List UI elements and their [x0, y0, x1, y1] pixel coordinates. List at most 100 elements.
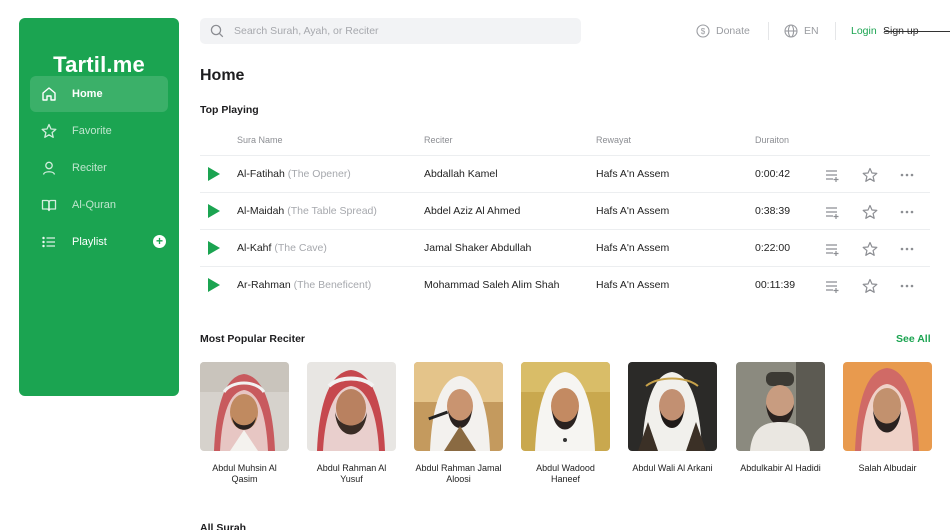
donate-label: Donate: [716, 25, 750, 37]
divider: [835, 22, 836, 40]
add-to-playlist-icon[interactable]: [824, 166, 842, 184]
column-header-sura: Sura Name: [237, 135, 283, 145]
reciter-photo: [307, 362, 396, 451]
duration-cell: 0:22:00: [755, 242, 791, 254]
reciter-card[interactable]: Abdul Rahman Jamal Aloosi: [414, 362, 503, 485]
table-row[interactable]: Al-Fatihah (The Opener) Abdallah Kamel H…: [200, 155, 930, 192]
sura-cell: Al-Kahf (The Cave): [237, 242, 327, 254]
app-logo[interactable]: Tartil.me: [19, 52, 179, 78]
sidebar-item-label: Home: [72, 88, 103, 100]
more-options-icon[interactable]: [898, 203, 916, 221]
sura-cell: Al-Fatihah (The Opener): [237, 168, 351, 180]
reciter-name: Abdul Wadood Haneef: [536, 463, 595, 484]
sura-name: Al-Maidah: [237, 205, 285, 217]
table-row[interactable]: Ar-Rahman (The Beneficent) Mohammad Sale…: [200, 266, 930, 303]
rewayat-cell: Hafs A'n Assem: [596, 242, 670, 254]
reciter-cell: Abdallah Kamel: [424, 168, 498, 180]
reciter-card[interactable]: Salah Albudair: [843, 362, 932, 474]
duration-cell: 0:38:39: [755, 205, 791, 217]
sidebar-item-home[interactable]: Home: [30, 76, 168, 112]
sidebar-item-label: Reciter: [72, 162, 107, 174]
star-icon: [40, 122, 58, 140]
more-options-icon[interactable]: [898, 166, 916, 184]
popular-reciter-title: Most Popular Reciter: [200, 333, 306, 345]
reciter-photo: [521, 362, 610, 451]
table-row[interactable]: Al-Kahf (The Cave) Jamal Shaker Abdullah…: [200, 229, 930, 266]
add-to-playlist-icon[interactable]: [824, 277, 842, 295]
reciter-card[interactable]: Abdul Wadood Haneef: [521, 362, 610, 485]
top-playing-title: Top Playing: [200, 104, 259, 116]
signup-button[interactable]: Sign up: [883, 25, 919, 37]
sidebar-item-label: Favorite: [72, 125, 112, 137]
language-label: EN: [804, 25, 819, 37]
search-input[interactable]: [234, 25, 554, 37]
reciter-photo: [628, 362, 717, 451]
svg-text:$: $: [701, 27, 706, 36]
column-header-duration: Duraiton: [755, 135, 790, 145]
reciter-cell: Abdel Aziz Al Ahmed: [424, 205, 521, 217]
reciter-card[interactable]: Abdul Rahman Al Yusuf: [307, 362, 396, 485]
rewayat-cell: Hafs A'n Assem: [596, 205, 670, 217]
sura-name: Al-Fatihah: [237, 168, 285, 180]
column-header-reciter: Reciter: [424, 135, 453, 145]
reciter-photo: [736, 362, 825, 451]
reciter-card[interactable]: Abdul Wali Al Arkani: [628, 362, 717, 474]
sura-cell: Ar-Rahman (The Beneficent): [237, 279, 371, 291]
play-icon[interactable]: [208, 241, 220, 255]
reciter-cell: Jamal Shaker Abdullah: [424, 242, 532, 254]
sura-meaning: (The Opener): [287, 168, 351, 180]
book-icon: [40, 196, 58, 214]
sura-name: Al-Kahf: [237, 242, 272, 254]
sura-meaning: (The Beneficent): [293, 279, 372, 291]
reciter-card[interactable]: Abdulkabir Al Hadidi: [736, 362, 825, 474]
dollar-circle-icon: $: [696, 24, 710, 38]
more-options-icon[interactable]: [898, 277, 916, 295]
favorite-star-icon[interactable]: [861, 203, 879, 221]
play-icon[interactable]: [208, 278, 220, 292]
add-to-playlist-icon[interactable]: [824, 203, 842, 221]
sidebar-item-favorite[interactable]: Favorite: [30, 113, 168, 149]
rewayat-cell: Hafs A'n Assem: [596, 279, 670, 291]
sura-name: Ar-Rahman: [237, 279, 291, 291]
sidebar: Tartil.me Home Favorite Reciter Al-Quran…: [19, 18, 179, 396]
favorite-star-icon[interactable]: [861, 240, 879, 258]
list-icon: [40, 233, 58, 251]
home-icon: [40, 85, 58, 103]
donate-button[interactable]: $ Donate: [696, 24, 750, 38]
add-to-playlist-icon[interactable]: [824, 240, 842, 258]
play-icon[interactable]: [208, 204, 220, 218]
sura-meaning: (The Cave): [274, 242, 327, 254]
sidebar-item-playlist[interactable]: Playlist +: [30, 224, 168, 260]
reciter-name: Abdul Wali Al Arkani: [632, 463, 713, 473]
sura-cell: Al-Maidah (The Table Spread): [237, 205, 377, 217]
login-button[interactable]: Login: [851, 25, 877, 37]
search-bar[interactable]: [200, 18, 581, 44]
all-surah-title: All Surah: [200, 522, 247, 530]
duration-cell: 00:11:39: [755, 279, 796, 291]
favorite-star-icon[interactable]: [861, 166, 879, 184]
reciter-photo: [200, 362, 289, 451]
play-icon[interactable]: [208, 167, 220, 181]
sidebar-item-al-quran[interactable]: Al-Quran: [30, 187, 168, 223]
plus-icon[interactable]: +: [153, 235, 166, 248]
reciter-name: Salah Albudair: [858, 463, 917, 473]
column-header-rewayat: Rewayat: [596, 135, 632, 145]
see-all-link[interactable]: See All: [896, 333, 931, 345]
search-icon: [210, 24, 224, 38]
reciter-name: Abdul Rahman Jamal Aloosi: [415, 463, 502, 484]
divider: [768, 22, 769, 40]
reciter-name: Abdul Rahman Al Yusuf: [316, 463, 387, 484]
sidebar-item-label: Playlist: [72, 236, 107, 248]
table-row[interactable]: Al-Maidah (The Table Spread) Abdel Aziz …: [200, 192, 930, 229]
more-options-icon[interactable]: [898, 240, 916, 258]
duration-cell: 0:00:42: [755, 168, 791, 180]
page-title: Home: [200, 67, 245, 84]
favorite-star-icon[interactable]: [861, 277, 879, 295]
language-selector[interactable]: EN: [784, 24, 819, 38]
sidebar-item-label: Al-Quran: [72, 199, 117, 211]
reciter-card[interactable]: Abdul Muhsin Al Qasim: [200, 362, 289, 485]
sura-meaning: (The Table Spread): [287, 205, 377, 217]
sidebar-item-reciter[interactable]: Reciter: [30, 150, 168, 186]
globe-icon: [784, 24, 798, 38]
reciter-name: Abdul Muhsin Al Qasim: [212, 463, 277, 484]
